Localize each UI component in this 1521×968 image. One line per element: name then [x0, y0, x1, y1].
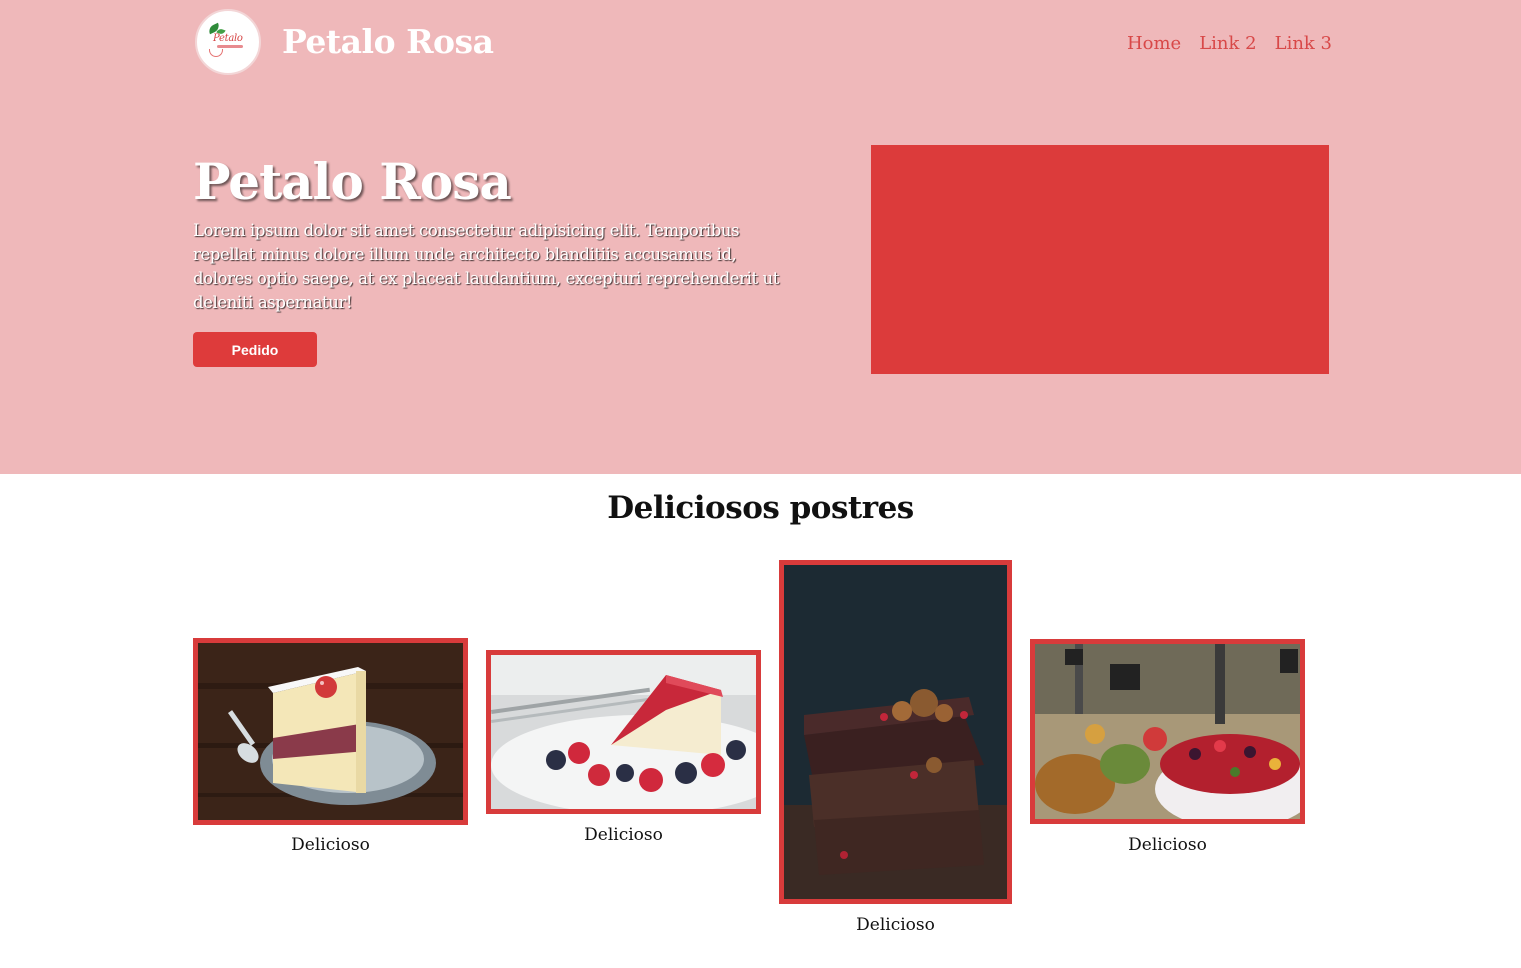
main-nav: Home Link 2 Link 3	[1127, 33, 1332, 54]
nav-link-2[interactable]: Link 2	[1199, 33, 1256, 54]
logo-text: Petalo	[213, 33, 243, 44]
hero-section: Petalo Petalo Rosa Home Link 2 Link 3 Pe…	[0, 0, 1521, 474]
dessert-card[interactable]: Delicioso	[779, 560, 1012, 945]
order-button[interactable]: Pedido	[193, 332, 317, 367]
dessert-image-buffet[interactable]	[1030, 639, 1305, 824]
hero-media-placeholder	[871, 145, 1329, 374]
dessert-card[interactable]: Delicioso	[1030, 639, 1305, 869]
cup-icon	[209, 49, 223, 57]
hero-title: Petalo Rosa	[193, 152, 512, 211]
logo-underline	[217, 45, 243, 48]
dessert-card[interactable]: Delicioso	[486, 650, 761, 860]
brand-logo[interactable]: Petalo	[195, 9, 261, 75]
hero-description: Lorem ipsum dolor sit amet consectetur a…	[193, 221, 780, 312]
dessert-image-brownies[interactable]	[779, 560, 1012, 904]
dessert-caption: Delicioso	[1128, 835, 1207, 855]
dessert-image-cheesecake[interactable]	[486, 650, 761, 814]
section-title: Deliciosos postres	[607, 490, 914, 526]
dessert-image-cake-slice[interactable]	[193, 638, 468, 825]
dessert-caption: Delicioso	[584, 825, 663, 845]
dessert-card[interactable]: Delicioso	[193, 638, 468, 868]
dessert-caption: Delicioso	[291, 835, 370, 855]
nav-link-3[interactable]: Link 3	[1275, 33, 1332, 54]
nav-link-home[interactable]: Home	[1127, 33, 1181, 54]
brand-name[interactable]: Petalo Rosa	[282, 22, 494, 61]
dessert-caption: Delicioso	[856, 915, 935, 935]
